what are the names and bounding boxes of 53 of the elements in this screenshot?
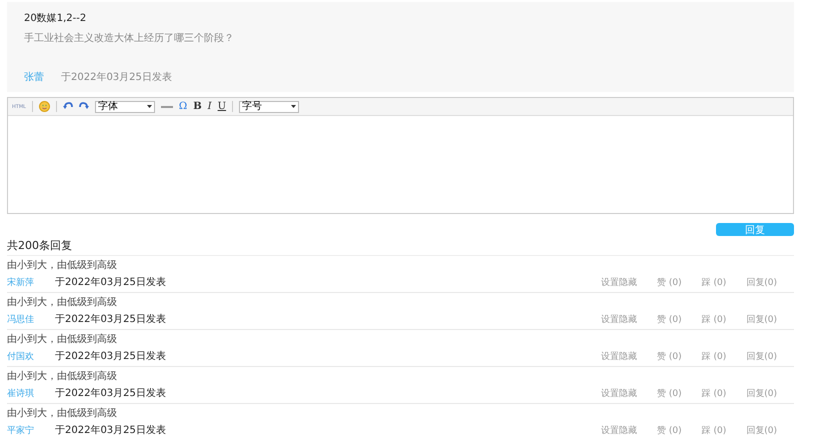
reply-action-link[interactable]: 回复(0)	[746, 426, 777, 437]
reply-action-link[interactable]: 赞 (0)	[657, 278, 682, 289]
reply-action-link[interactable]: 赞 (0)	[657, 388, 682, 400]
bold-button[interactable]: B	[193, 101, 202, 112]
font-select[interactable]: 字体	[94, 100, 155, 112]
post-question: 手工业社会主义改造大体上经历了哪三个阶段？	[24, 33, 235, 45]
reply-date: 于2022年03月25日发表	[55, 314, 167, 326]
omega-button[interactable]: Ω	[178, 101, 188, 112]
reply-text: 由小到大，由低级到高级	[7, 371, 118, 384]
reply-action-link[interactable]: 赞 (0)	[657, 426, 682, 437]
reply-date: 于2022年03月25日发表	[55, 351, 167, 364]
author-link[interactable]: 平家宁	[7, 426, 55, 437]
reply-action-link[interactable]: 踩 (0)	[702, 426, 726, 437]
reply-text: 由小到大，由低级到高级	[7, 334, 118, 346]
reply-count: 共200条回复	[7, 239, 794, 256]
underline-button[interactable]: U	[218, 101, 226, 112]
reply-action-link[interactable]: 设置隐藏	[601, 388, 638, 400]
author-link[interactable]: 付国欢	[7, 352, 55, 363]
reply-text: 由小到大，由低级到高级	[7, 260, 118, 272]
reply-date: 于2022年03月25日发表	[55, 425, 167, 438]
reply-action-link[interactable]: 回复(0)	[746, 388, 777, 400]
caret-icon	[291, 104, 296, 108]
reply-action-link[interactable]: 设置隐藏	[601, 314, 638, 326]
author-link[interactable]: 宋新萍	[7, 278, 55, 289]
caret-icon	[146, 104, 152, 108]
font-select[interactable]: 字号	[239, 100, 300, 112]
redo-icon[interactable]	[78, 102, 89, 111]
reply-action-link[interactable]: 踩 (0)	[702, 388, 726, 400]
italic-button[interactable]: I	[208, 101, 212, 112]
reply-date: 于2022年03月25日发表	[55, 388, 167, 400]
reply-date: 于2022年03月25日发表	[55, 277, 167, 290]
reply-action-link[interactable]: 设置隐藏	[601, 352, 638, 363]
reply-action-link[interactable]: 赞 (0)	[657, 352, 682, 363]
reply-action-link[interactable]: 回复(0)	[746, 314, 777, 326]
author-link[interactable]: 崔诗琪	[7, 388, 55, 400]
undo-icon[interactable]	[62, 102, 73, 111]
reply-text: 由小到大，由低级到高级	[7, 297, 118, 310]
author-link[interactable]: 张蕾	[24, 72, 44, 84]
horizontal-rule-icon[interactable]	[160, 104, 173, 108]
reply-action-link[interactable]: 踩 (0)	[702, 352, 726, 363]
reply-action-link[interactable]: 回复(0)	[746, 352, 777, 363]
reply-action-link[interactable]: 踩 (0)	[702, 314, 726, 326]
author-link[interactable]: 冯思佳	[7, 314, 55, 326]
reply-action-link[interactable]: 赞 (0)	[657, 314, 682, 326]
reply-button[interactable]: 回复	[716, 223, 794, 236]
post-date: 于2022年03月25日发表	[61, 72, 172, 84]
reply-text: 由小到大，由低级到高级	[7, 408, 118, 420]
reply-action-link[interactable]: 回复(0)	[746, 278, 777, 289]
reply-action-link[interactable]: 设置隐藏	[601, 426, 638, 437]
smiley-icon[interactable]	[38, 101, 50, 112]
reply-action-link[interactable]: 设置隐藏	[601, 278, 638, 289]
post-title: 20数媒1,2--2	[24, 13, 88, 25]
reply-action-link[interactable]: 踩 (0)	[702, 278, 726, 289]
